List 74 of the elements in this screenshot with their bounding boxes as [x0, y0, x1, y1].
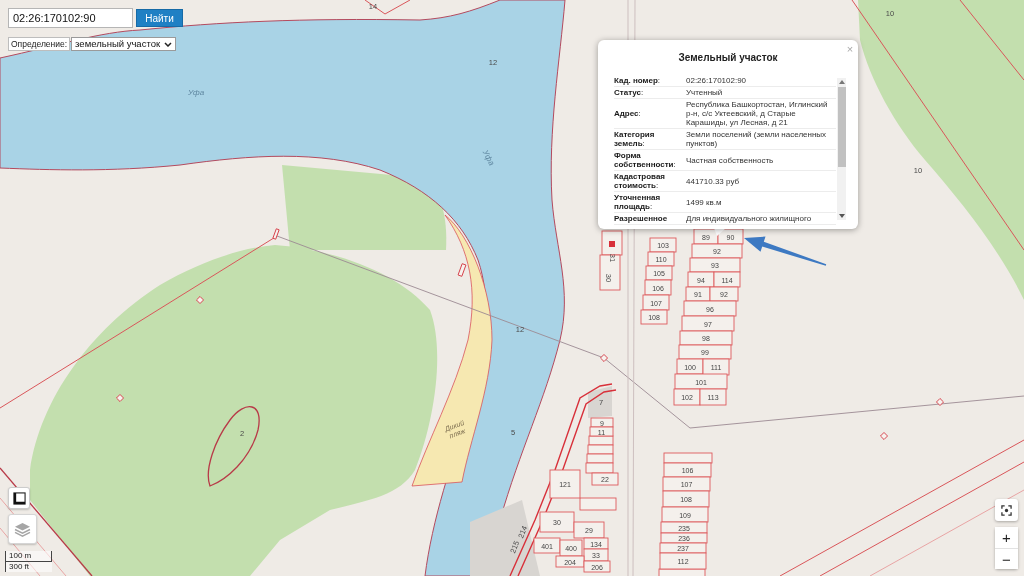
land-parcel: [663, 462, 712, 478]
land-parcel: [679, 330, 733, 346]
land-parcel: [647, 251, 675, 267]
scroll-thumb[interactable]: [837, 87, 846, 167]
zoom-in-button[interactable]: +: [995, 527, 1018, 548]
land-parcel: [599, 254, 621, 291]
field-label: Кад. номер:: [614, 76, 662, 85]
field-value: Частная собственность: [686, 155, 775, 165]
land-parcel: [573, 521, 605, 539]
field-value: 441710.33 руб: [686, 176, 741, 186]
building-marker: [609, 241, 615, 247]
focus-icon: [1001, 504, 1012, 516]
river-name: Уфа: [480, 148, 496, 168]
scale-label: 100 m: [5, 551, 52, 562]
definition-label: Определение:: [8, 37, 71, 51]
land-parcel: [645, 265, 673, 281]
land-parcel: [539, 511, 575, 533]
scrollbar[interactable]: [837, 78, 846, 220]
land-parcel: [601, 230, 623, 256]
layers-button[interactable]: [8, 514, 37, 544]
field-label: Адрес:: [614, 109, 642, 118]
field-value: Для индивидуального жилищного: [686, 214, 813, 223]
field-value: 1499 кв.м: [686, 197, 723, 207]
land-parcel: [662, 476, 711, 492]
boundary-marker: [196, 296, 204, 304]
river-name: Уфа: [187, 89, 205, 97]
scroll-down-icon[interactable]: [838, 214, 845, 218]
field-label: Уточненная площадь:: [614, 193, 662, 211]
find-button[interactable]: Найти: [136, 9, 183, 27]
popup-title: Земельный участок: [677, 52, 779, 64]
land-parcel: [587, 444, 614, 455]
land-parcel: [555, 555, 585, 568]
land-parcel: [586, 453, 614, 464]
land-parcel: [662, 490, 710, 508]
field-value: Республика Башкортостан, Иглинский р-н, с/с Уктеевский, д Старые Карашиды, ул Лесная, д 21: [686, 100, 829, 127]
land-parcel: [589, 426, 614, 437]
boundary-marker: [116, 394, 124, 402]
land-parcel: [660, 521, 708, 534]
land-parcel: [583, 537, 609, 550]
scroll-up-icon[interactable]: [838, 80, 845, 84]
layers-icon: [14, 521, 31, 537]
field-value: Учтенный: [686, 88, 724, 97]
chevron-down-icon: [164, 41, 173, 47]
search-field[interactable]: 02:26:170102:90: [8, 8, 133, 28]
field-label: Статус:: [614, 88, 645, 97]
boundary-marker: [457, 263, 467, 277]
land-parcel: [649, 237, 677, 253]
boundary-marker: [600, 354, 608, 362]
field-label: Разрешенное: [614, 214, 669, 223]
field-value: Земли поселений (земли населенных пунктов): [686, 130, 828, 148]
boundary-marker: [272, 228, 280, 240]
definition-select[interactable]: земельный участок: [71, 37, 177, 51]
field-label: Категория земель:: [614, 130, 656, 148]
zoom-out-button[interactable]: −: [995, 548, 1018, 569]
land-parcel: [663, 452, 713, 464]
boundary-marker: [936, 398, 944, 406]
land-parcel: [583, 560, 611, 573]
land-parcel: [585, 462, 614, 474]
field-label: Форма собственности:: [614, 151, 677, 169]
land-parcel: [559, 539, 583, 557]
frame-button[interactable]: [8, 487, 30, 509]
frame-icon: [12, 491, 26, 505]
land-parcel: [583, 548, 609, 562]
land-parcel: [660, 532, 708, 544]
boundary-line: [364, 0, 411, 15]
field-value: 02:26:170102:90: [686, 76, 748, 85]
fit-view-button[interactable]: [995, 499, 1018, 521]
land-parcel: [591, 472, 619, 486]
land-parcel: [640, 309, 668, 325]
built-up-area: [588, 386, 612, 418]
field-label: Кадастровая стоимость:: [614, 172, 667, 190]
boundary-marker: [880, 432, 888, 440]
scale-label: 300 ft: [5, 562, 40, 572]
land-parcel: [533, 537, 561, 554]
